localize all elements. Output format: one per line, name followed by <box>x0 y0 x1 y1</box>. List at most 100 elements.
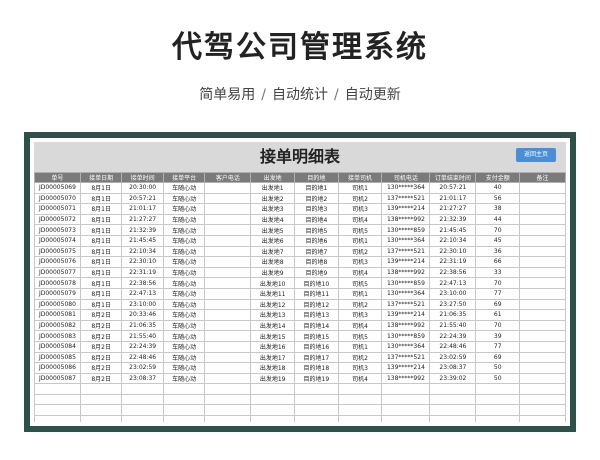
table-cell[interactable]: 45 <box>475 234 521 247</box>
table-cell[interactable]: 目的地11 <box>294 287 339 300</box>
table-cell[interactable] <box>204 287 252 300</box>
table-cell[interactable]: 22:48:46 <box>121 351 164 364</box>
empty-cell[interactable] <box>162 393 206 406</box>
table-cell[interactable] <box>519 256 566 268</box>
empty-cell[interactable] <box>34 404 81 417</box>
column-header[interactable]: 备注 <box>519 172 566 183</box>
table-cell[interactable] <box>204 372 252 385</box>
column-header[interactable]: 接单时间 <box>121 172 164 183</box>
table-cell[interactable] <box>519 298 566 311</box>
table-cell[interactable]: 23:02:59 <box>429 351 477 364</box>
empty-cell[interactable] <box>162 415 206 422</box>
empty-cell[interactable] <box>429 383 477 395</box>
column-header[interactable]: 司机电话 <box>381 172 431 183</box>
table-cell[interactable]: 出发地10 <box>250 277 295 289</box>
empty-cell[interactable] <box>162 383 206 395</box>
table-cell[interactable]: 139*****214 <box>381 309 431 321</box>
table-cell[interactable]: 司机5 <box>337 224 383 236</box>
table-cell[interactable]: 8月2日 <box>79 309 123 321</box>
table-cell[interactable] <box>519 266 566 279</box>
table-cell[interactable]: 车随心动 <box>162 287 206 300</box>
empty-cell[interactable] <box>429 415 477 422</box>
empty-cell[interactable] <box>79 415 123 422</box>
table-cell[interactable]: 138*****992 <box>381 266 431 279</box>
table-cell[interactable]: 22:24:39 <box>121 340 164 353</box>
table-cell[interactable]: 目的地16 <box>294 340 339 353</box>
table-cell[interactable]: 车随心动 <box>162 351 206 364</box>
table-cell[interactable]: 车随心动 <box>162 277 206 289</box>
table-cell[interactable]: 出发地12 <box>250 298 295 311</box>
table-cell[interactable]: 车随心动 <box>162 182 206 194</box>
empty-cell[interactable] <box>381 393 431 406</box>
table-cell[interactable] <box>204 266 252 279</box>
table-cell[interactable]: 130*****364 <box>381 287 431 300</box>
table-cell[interactable]: 目的地7 <box>294 245 339 258</box>
table-cell[interactable]: 8月1日 <box>79 287 123 300</box>
table-cell[interactable]: 目的地19 <box>294 372 339 385</box>
table-cell[interactable]: 8月1日 <box>79 213 123 226</box>
table-cell[interactable]: JD00005086 <box>34 362 81 374</box>
table-cell[interactable]: 出发地13 <box>250 309 295 321</box>
table-cell[interactable] <box>519 351 566 364</box>
table-cell[interactable]: 司机5 <box>337 277 383 289</box>
table-cell[interactable]: 22:10:34 <box>121 245 164 258</box>
table-cell[interactable]: JD00005074 <box>34 234 81 247</box>
table-cell[interactable]: 8月1日 <box>79 298 123 311</box>
table-cell[interactable]: 出发地9 <box>250 266 295 279</box>
column-header[interactable]: 接单日期 <box>79 172 123 183</box>
table-cell[interactable]: 36 <box>475 245 521 258</box>
table-cell[interactable]: 22:24:39 <box>429 330 477 342</box>
table-cell[interactable] <box>519 330 566 342</box>
table-cell[interactable]: 23:08:37 <box>121 372 164 385</box>
table-cell[interactable] <box>204 245 252 258</box>
empty-cell[interactable] <box>294 415 339 422</box>
table-cell[interactable]: 70 <box>475 277 521 289</box>
table-cell[interactable]: 8月2日 <box>79 372 123 385</box>
table-cell[interactable]: 车随心动 <box>162 319 206 332</box>
table-cell[interactable]: 21:45:45 <box>429 224 477 236</box>
table-cell[interactable]: 21:01:17 <box>429 192 477 205</box>
table-cell[interactable] <box>204 213 252 226</box>
empty-cell[interactable] <box>34 383 81 395</box>
empty-cell[interactable] <box>204 415 252 422</box>
table-cell[interactable]: 21:06:35 <box>121 319 164 332</box>
table-cell[interactable]: 司机2 <box>337 245 383 258</box>
table-cell[interactable]: 司机3 <box>337 362 383 374</box>
empty-cell[interactable] <box>519 383 566 395</box>
table-cell[interactable]: JD00005078 <box>34 277 81 289</box>
table-cell[interactable] <box>519 287 566 300</box>
table-cell[interactable]: 77 <box>475 340 521 353</box>
table-cell[interactable]: 56 <box>475 192 521 205</box>
table-cell[interactable]: 69 <box>475 298 521 311</box>
table-cell[interactable]: JD00005076 <box>34 256 81 268</box>
table-cell[interactable]: 23:08:37 <box>429 362 477 374</box>
table-cell[interactable]: 8月1日 <box>79 256 123 268</box>
table-cell[interactable]: JD00005087 <box>34 372 81 385</box>
column-header[interactable]: 出发地 <box>250 172 295 183</box>
table-cell[interactable]: 139*****214 <box>381 256 431 268</box>
table-cell[interactable]: 司机1 <box>337 340 383 353</box>
table-cell[interactable]: JD00005080 <box>34 298 81 311</box>
table-cell[interactable]: JD00005073 <box>34 224 81 236</box>
empty-cell[interactable] <box>337 383 383 395</box>
table-cell[interactable] <box>204 234 252 247</box>
empty-cell[interactable] <box>475 415 521 422</box>
table-cell[interactable]: 23:02:59 <box>121 362 164 374</box>
table-cell[interactable]: 130*****859 <box>381 330 431 342</box>
table-cell[interactable]: 出发地5 <box>250 224 295 236</box>
table-cell[interactable]: 目的地3 <box>294 203 339 215</box>
table-cell[interactable]: 目的地8 <box>294 256 339 268</box>
table-cell[interactable]: 出发地11 <box>250 287 295 300</box>
table-cell[interactable]: 44 <box>475 213 521 226</box>
table-cell[interactable] <box>519 213 566 226</box>
empty-cell[interactable] <box>121 404 164 417</box>
table-cell[interactable]: 50 <box>475 372 521 385</box>
table-cell[interactable] <box>204 340 252 353</box>
table-cell[interactable]: JD00005077 <box>34 266 81 279</box>
column-header[interactable]: 支付金额 <box>475 172 521 183</box>
table-cell[interactable] <box>204 224 252 236</box>
empty-cell[interactable] <box>34 393 81 406</box>
table-cell[interactable] <box>204 362 252 374</box>
table-cell[interactable]: 目的地9 <box>294 266 339 279</box>
empty-cell[interactable] <box>294 393 339 406</box>
